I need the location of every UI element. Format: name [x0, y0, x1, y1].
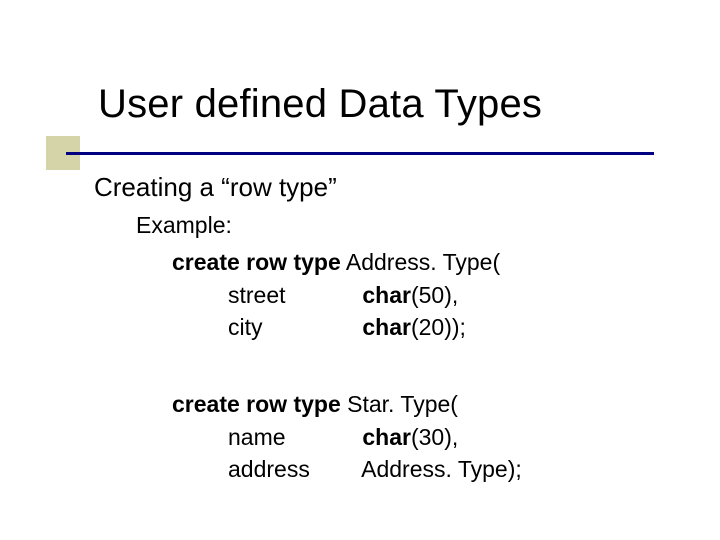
example-label: Example:	[136, 212, 232, 239]
datatype-keyword: char	[362, 282, 411, 308]
datatype-keyword: char	[362, 314, 411, 340]
field-name: name	[228, 421, 356, 454]
code-block-star-type: create row type Star. Type( name char(30…	[172, 388, 522, 486]
code-line: create row type Star. Type(	[172, 388, 522, 421]
datatype-tail: (30),	[411, 424, 458, 450]
code-line: street char(50),	[172, 279, 500, 312]
field-name: address	[228, 453, 356, 486]
code-line: address Address. Type);	[172, 453, 522, 486]
subtitle: Creating a “row type”	[94, 172, 337, 203]
type-name-text: Address. Type(	[346, 249, 500, 275]
datatype-tail: Address. Type);	[361, 456, 522, 482]
datatype-keyword: char	[362, 424, 411, 450]
slide: User defined Data Types Creating a “row …	[0, 0, 720, 540]
code-line: name char(30),	[172, 421, 522, 454]
code-line: city char(20));	[172, 311, 500, 344]
keyword: create row type	[172, 391, 341, 417]
field-name: street	[228, 279, 356, 312]
type-name-text: Star. Type(	[347, 391, 458, 417]
title-underline	[66, 152, 654, 155]
datatype-tail: (50),	[411, 282, 458, 308]
code-block-address-type: create row type Address. Type( street ch…	[172, 246, 500, 344]
datatype-tail: (20));	[411, 314, 466, 340]
field-name: city	[228, 311, 356, 344]
slide-title: User defined Data Types	[98, 82, 542, 127]
code-line: create row type Address. Type(	[172, 246, 500, 279]
keyword: create row type	[172, 249, 341, 275]
